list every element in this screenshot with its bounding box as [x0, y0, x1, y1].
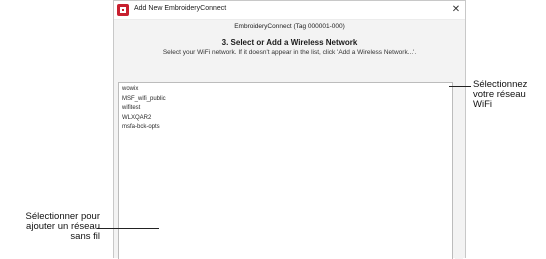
wifi-network-list[interactable]: wowix MSF_wifi_public wifitest WLXQAR2 m… — [118, 82, 453, 259]
callout-add-network: Sélectionner pour ajouter un réseau sans… — [10, 212, 100, 242]
title-bar: Add New EmbroideryConnect ✕ — [114, 1, 465, 20]
callout-line-left — [97, 228, 159, 229]
list-item[interactable]: msfa-bck-opts — [119, 123, 452, 133]
list-item[interactable]: wifitest — [119, 104, 452, 114]
app-icon — [117, 4, 129, 16]
add-embroideryconnect-dialog: Add New EmbroideryConnect ✕ EmbroideryCo… — [113, 0, 466, 259]
close-icon[interactable]: ✕ — [447, 1, 465, 19]
list-item[interactable]: wowix — [119, 85, 452, 95]
instruction-text: Select your WiFi network. If it doesn't … — [162, 49, 417, 56]
device-label: EmbroideryConnect (Tag 000001-000) — [234, 23, 345, 30]
step-title: 3. Select or Add a Wireless Network — [221, 38, 358, 47]
list-item[interactable]: MSF_wifi_public — [119, 95, 452, 105]
list-scrollbar[interactable] — [455, 82, 463, 259]
callout-line-3: sans fil — [70, 231, 100, 242]
window-title: Add New EmbroideryConnect — [134, 5, 227, 12]
callout-select-network: Sélectionnez votre réseau WiFi — [473, 80, 527, 110]
list-item[interactable]: WLXQAR2 — [119, 114, 452, 124]
callout-line-right — [449, 86, 471, 87]
callout-line-3: WiFi — [473, 99, 492, 110]
